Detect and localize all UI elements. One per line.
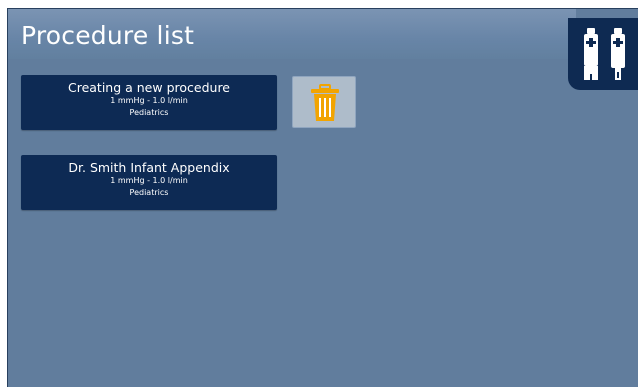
procedure-category: Pediatrics (129, 108, 169, 117)
probe-sensor-icon (611, 28, 625, 80)
procedure-item-smith-infant-appendix[interactable]: Dr. Smith Infant Appendix 1 mmHg - 1.0 l… (21, 155, 277, 210)
delete-procedure-button[interactable] (292, 76, 356, 128)
title-bar: Procedure list (8, 9, 576, 59)
page-title: Procedure list (21, 21, 195, 50)
procedure-name: Dr. Smith Infant Appendix (68, 160, 230, 175)
procedure-settings: 1 mmHg - 1.0 l/min (110, 176, 188, 185)
procedure-list-screen: Procedure list Creating a new procedure … (7, 8, 638, 387)
procedure-name: Creating a new procedure (67, 80, 230, 95)
sensor-status-panel[interactable] (568, 18, 638, 90)
probe-sensor-icon (584, 28, 598, 80)
trash-icon (311, 84, 339, 121)
procedure-category: Pediatrics (129, 188, 169, 197)
procedure-settings: 1 mmHg - 1.0 l/min (110, 96, 188, 105)
procedure-item-creating-new[interactable]: Creating a new procedure 1 mmHg - 1.0 l/… (21, 75, 277, 130)
